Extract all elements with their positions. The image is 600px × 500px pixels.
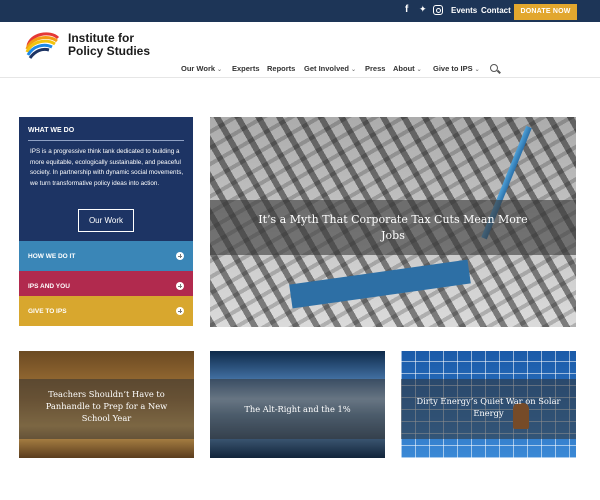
chevron-down-icon: ⌄ [351,67,357,73]
accordion-label: HOW WE DO IT [28,253,76,260]
card-alt-right[interactable]: The Alt-Right and the 1% [210,351,385,458]
card-title[interactable]: Teachers Shouldn’t Have to Panhandle to … [33,388,180,424]
search-icon[interactable] [490,64,498,72]
accordion-label: IPS AND YOU [28,283,70,290]
nav-label: Get Involved [304,64,350,73]
plus-icon [176,282,184,290]
our-work-button[interactable]: Our Work [78,209,134,232]
nav-reports[interactable]: Reports [267,64,295,73]
chevron-down-icon: ⌄ [474,67,480,73]
card-teachers[interactable]: Teachers Shouldn’t Have to Panhandle to … [19,351,194,458]
card-title[interactable]: Dirty Energy’s Quiet War on Solar Energy [415,395,562,419]
accordion-how-we-do-it[interactable]: HOW WE DO IT [19,241,193,271]
what-we-do-panel: WHAT WE DO IPS is a progressive think ta… [19,117,193,241]
panel-description: IPS is a progressive think tank dedicate… [30,148,184,187]
accordion-ips-and-you[interactable]: IPS AND YOU [19,271,193,296]
donate-now-button[interactable]: DONATE NOW [514,4,577,20]
chevron-down-icon: ⌄ [416,67,422,73]
nav-about[interactable]: About ⌄ [393,64,422,73]
accordion-label: GIVE TO IPS [28,308,67,315]
card-solar[interactable]: Dirty Energy’s Quiet War on Solar Energy [401,351,576,458]
plus-icon [176,252,184,260]
top-bar: f ✦ Events Contact DONATE NOW [0,0,600,22]
logo-text[interactable]: Institute for Policy Studies [68,32,150,58]
ips-logo-icon[interactable] [24,28,62,60]
panel-title: WHAT WE DO [28,127,75,134]
nav-label: About [393,64,415,73]
events-link[interactable]: Events [451,6,477,15]
twitter-icon[interactable]: ✦ [419,4,427,15]
nav-label: Give to IPS [433,64,473,73]
nav-label: Our Work [181,64,216,73]
nav-experts[interactable]: Experts [232,64,260,73]
accordion-give-to-ips[interactable]: GIVE TO IPS [19,296,193,326]
broom-head-image [289,259,471,309]
nav-our-work[interactable]: Our Work ⌄ [181,64,222,73]
contact-link[interactable]: Contact [481,6,511,15]
facebook-icon[interactable]: f [405,4,408,15]
nav-give-to-ips[interactable]: Give to IPS ⌄ [433,64,480,73]
site-header: Institute for Policy Studies Our Work ⌄ E… [0,22,600,78]
chevron-down-icon: ⌄ [217,67,223,73]
nav-press[interactable]: Press [365,64,385,73]
panel-divider [28,140,184,141]
logo-line-2: Policy Studies [68,44,151,58]
hero-feature[interactable]: It’s a Myth That Corporate Tax Cuts Mean… [210,117,576,327]
hero-title[interactable]: It’s a Myth That Corporate Tax Cuts Mean… [250,212,536,244]
nav-get-involved[interactable]: Get Involved ⌄ [304,64,356,73]
plus-icon [176,307,184,315]
card-title[interactable]: The Alt-Right and the 1% [224,403,371,415]
instagram-icon[interactable] [433,5,443,15]
